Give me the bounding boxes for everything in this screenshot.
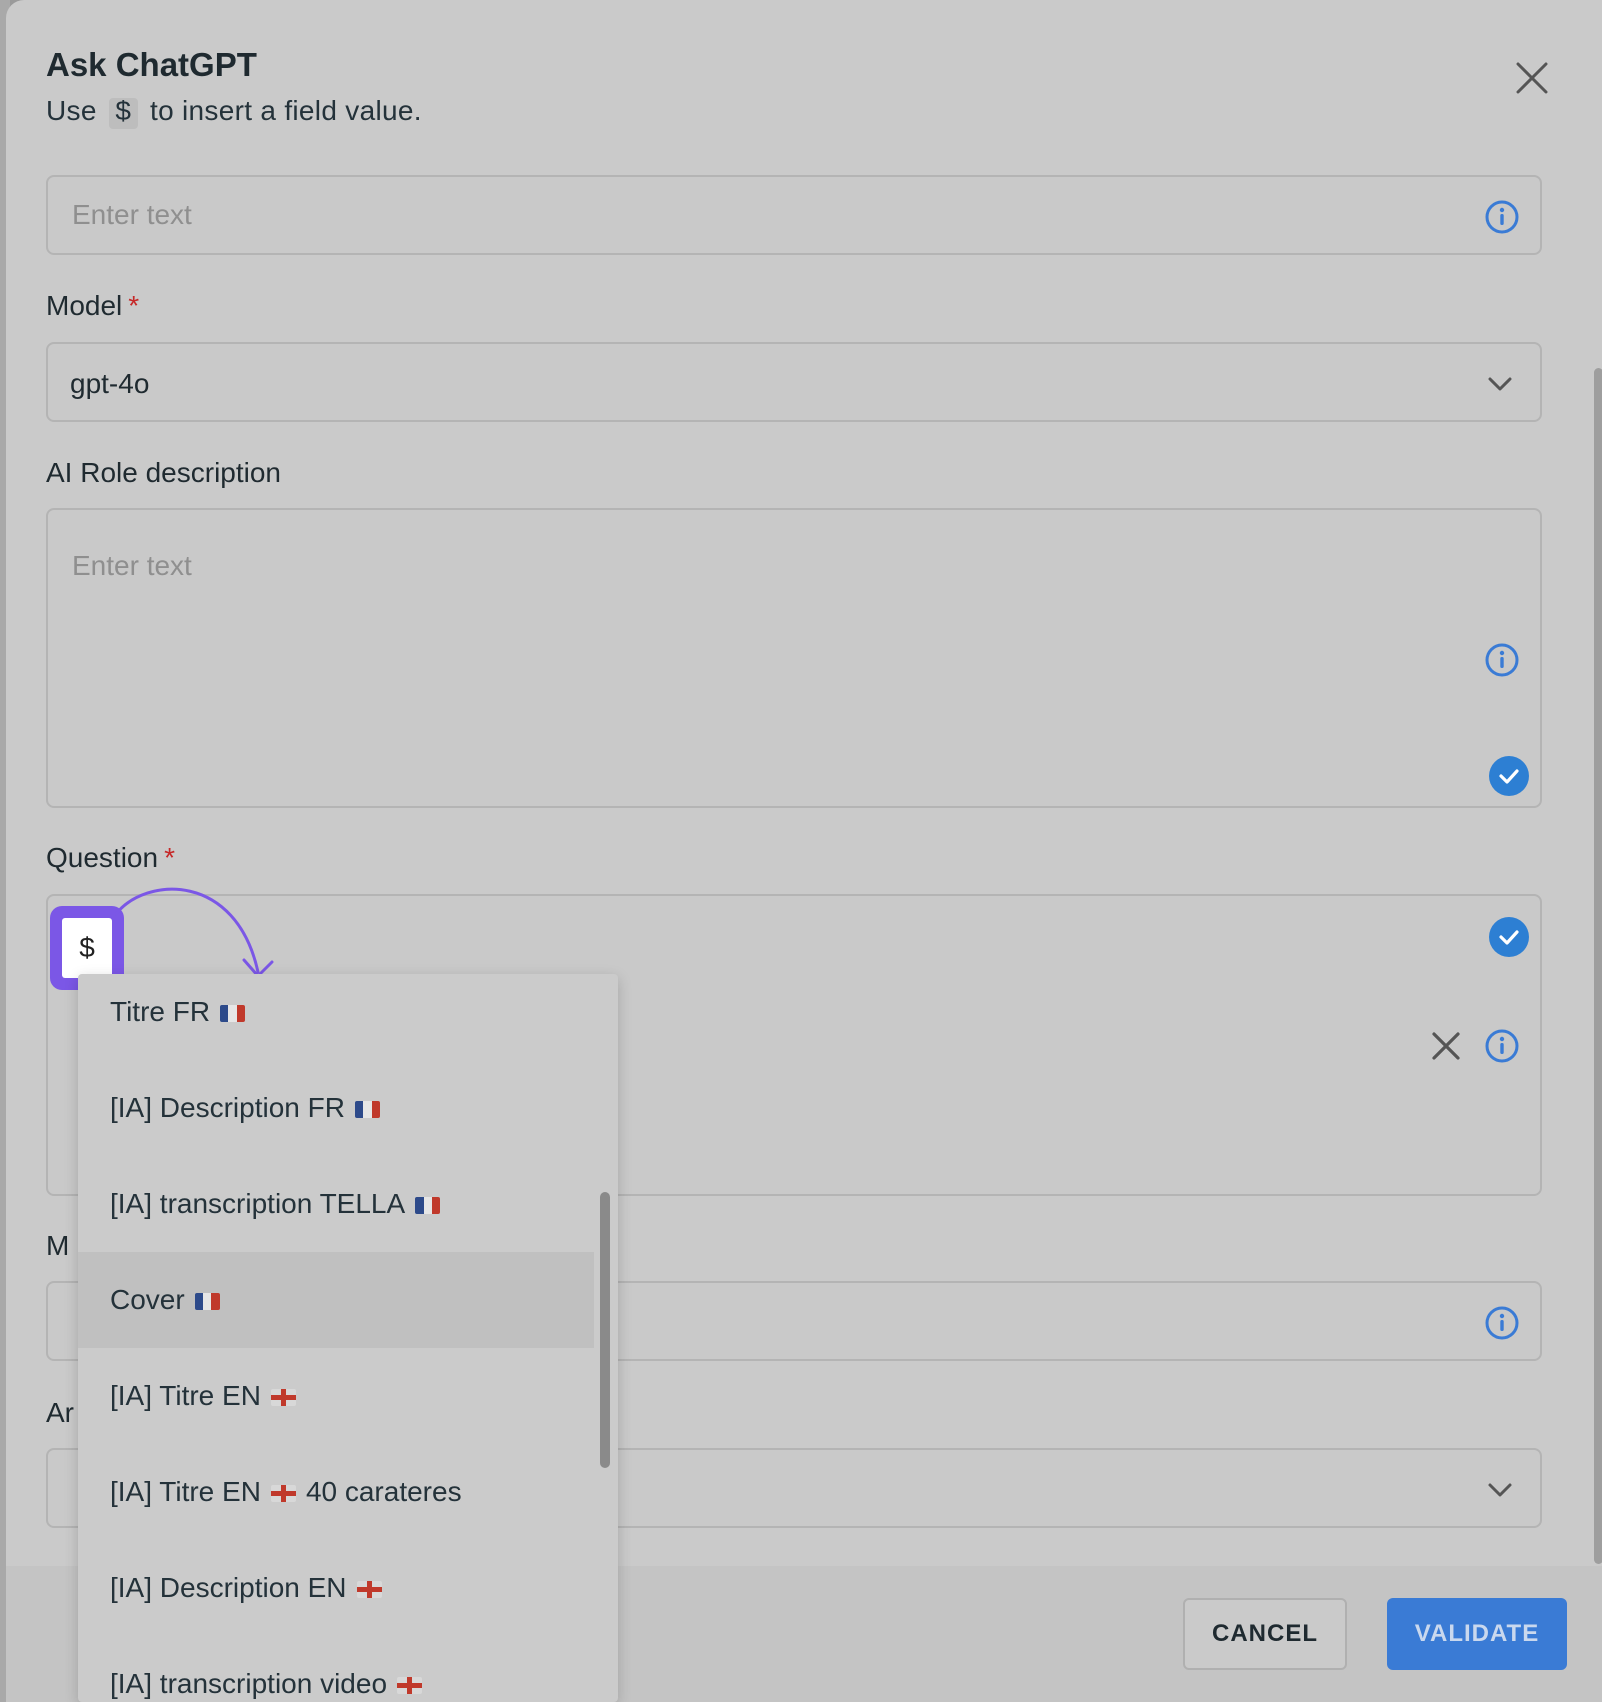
flag-en-icon — [397, 1668, 423, 1700]
dropdown-item[interactable]: [IA] Titre EN 40 carateres — [78, 1444, 594, 1540]
dialog-subtitle: Use $ to insert a field value. — [46, 95, 422, 129]
info-icon[interactable] — [1484, 1305, 1520, 1341]
info-icon[interactable] — [1484, 199, 1520, 235]
cancel-button[interactable]: CANCEL — [1183, 1598, 1347, 1670]
dropdown-item-label: [IA] Titre EN — [110, 1380, 261, 1411]
flag-fr-icon — [220, 996, 246, 1028]
dropdown-item[interactable]: [IA] transcription TELLA — [78, 1156, 594, 1252]
role-textarea[interactable]: Enter text — [46, 508, 1542, 808]
flag-fr-icon — [194, 1284, 220, 1316]
dropdown-item-suffix: 40 carateres — [305, 1476, 462, 1507]
role-label: AI Role description — [46, 457, 282, 488]
dropdown-item-label: Titre FR — [110, 996, 211, 1027]
dropdown-item[interactable]: [IA] Titre EN — [78, 1348, 594, 1444]
dialog-scrollbar[interactable] — [1594, 368, 1602, 1564]
info-icon[interactable] — [1484, 1028, 1520, 1064]
subtitle-code: $ — [108, 98, 138, 129]
dropdown-item-label: [IA] Titre EN — [110, 1476, 261, 1507]
dropdown-item[interactable]: [IA] Description FR — [78, 1060, 594, 1156]
dropdown-item[interactable]: [IA] Description EN — [78, 1540, 594, 1636]
flag-en-icon — [270, 1380, 296, 1412]
dropdown-scrollbar[interactable] — [600, 1192, 610, 1468]
flag-en-icon — [270, 1476, 296, 1508]
model-select[interactable]: gpt-4o — [46, 342, 1542, 422]
model-label-text: Model — [46, 290, 123, 321]
subtitle-suffix: to insert a field value. — [150, 95, 422, 126]
dollar-trigger[interactable]: $ — [62, 918, 112, 978]
clear-icon[interactable] — [1428, 1028, 1464, 1064]
dropdown-item[interactable]: [IA] transcription video — [78, 1636, 594, 1702]
field-suggestion-dropdown: Titre FR [IA] Description FR [IA] transcri… — [78, 974, 618, 1702]
validate-button[interactable]: VALIDATE — [1387, 1598, 1567, 1670]
dropdown-item-label: [IA] Description EN — [110, 1572, 347, 1603]
info-icon[interactable] — [1484, 642, 1520, 678]
chevron-down-icon[interactable] — [1484, 368, 1516, 400]
ask-chatgpt-dialog: Ask ChatGPT Use $ to insert a field valu… — [6, 0, 1602, 1702]
dropdown-item-label: [IA] Description FR — [110, 1092, 345, 1123]
subtitle-prefix: Use — [46, 95, 97, 126]
dialog-title: Ask ChatGPT — [46, 46, 257, 83]
flag-en-icon — [356, 1572, 382, 1604]
close-icon[interactable] — [1512, 58, 1552, 98]
prompt-input[interactable]: Enter text — [46, 175, 1542, 255]
dropdown-item[interactable]: Cover — [78, 1252, 594, 1348]
question-label-text: Question — [46, 842, 159, 873]
question-label: Question * — [46, 842, 175, 874]
dropdown-item-label: [IA] transcription video — [110, 1668, 388, 1699]
model-label: Model * — [46, 290, 139, 322]
model-value: gpt-4o — [70, 368, 150, 399]
dropdown-item[interactable]: Titre FR — [78, 974, 594, 1060]
check-circle-icon[interactable] — [1488, 755, 1530, 797]
chevron-down-icon[interactable] — [1484, 1474, 1516, 1506]
check-circle-icon[interactable] — [1488, 916, 1530, 958]
hidden-field-label: M — [46, 1230, 70, 1261]
dropdown-item-label: [IA] transcription TELLA — [110, 1188, 406, 1219]
required-mark: * — [128, 290, 140, 321]
flag-fr-icon — [415, 1188, 441, 1220]
role-placeholder: Enter text — [72, 550, 192, 581]
prompt-placeholder: Enter text — [72, 199, 192, 230]
dropdown-item-label: Cover — [110, 1284, 185, 1315]
hidden-select-label: Ar — [46, 1397, 74, 1428]
flag-fr-icon — [354, 1092, 380, 1124]
required-mark: * — [164, 842, 175, 873]
